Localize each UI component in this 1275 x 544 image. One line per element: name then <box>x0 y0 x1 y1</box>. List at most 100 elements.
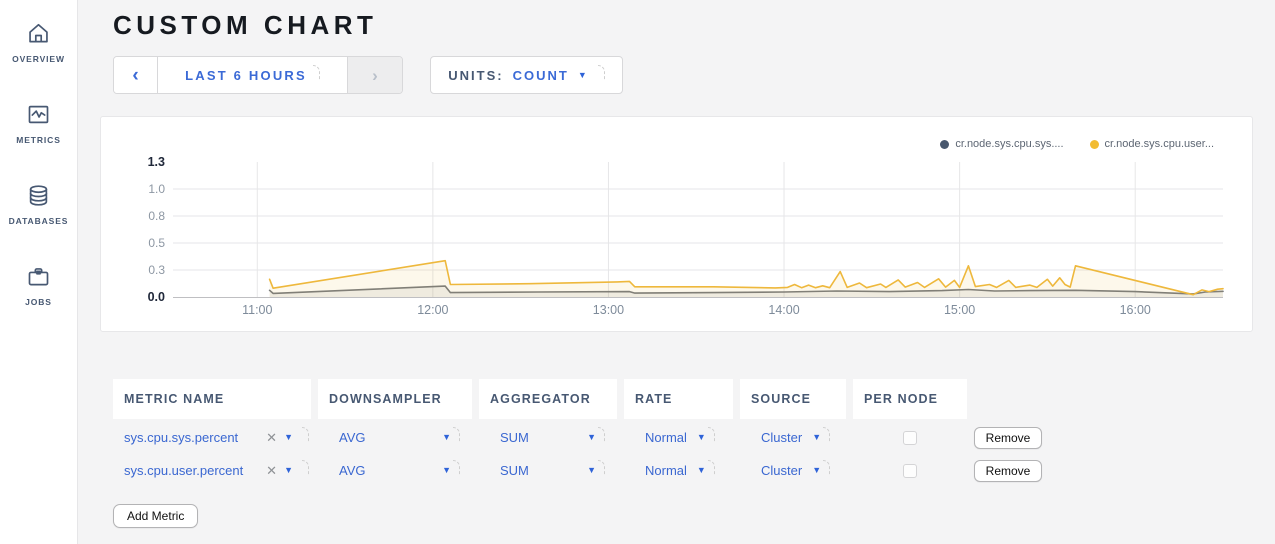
select-artifact <box>598 65 605 80</box>
svg-text:0.8: 0.8 <box>148 209 165 223</box>
column-header-metric-name: METRIC NAME <box>113 379 311 419</box>
timescale-range-dropdown[interactable]: LAST 6 HOURS <box>158 57 347 93</box>
svg-text:1.0: 1.0 <box>148 182 165 196</box>
sidebar: OVERVIEW METRICS DATABASES <box>0 0 78 544</box>
chevron-down-icon: ▼ <box>812 433 821 442</box>
actions-cell: Remove <box>974 454 1052 487</box>
metrics-icon <box>25 101 52 128</box>
sidebar-item-label: OVERVIEW <box>12 54 65 64</box>
rate-value: Normal <box>645 430 687 445</box>
column-header-rate: RATE <box>624 379 733 419</box>
downsampler-select[interactable]: AVG ▼ <box>318 421 472 454</box>
select-artifact <box>313 65 320 80</box>
chevron-down-icon: ▼ <box>697 466 706 475</box>
units-value: COUNT <box>513 68 569 83</box>
downsampler-value: AVG <box>339 463 366 478</box>
aggregator-value: SUM <box>500 430 529 445</box>
chevron-left-icon: ‹ <box>132 66 138 85</box>
select-artifact <box>598 427 605 442</box>
chart-legend: cr.node.sys.cpu.sys.... cr.node.sys.cpu.… <box>940 138 1214 150</box>
sidebar-item-label: METRICS <box>16 135 61 145</box>
chevron-down-icon: ▼ <box>442 433 451 442</box>
per-node-checkbox[interactable] <box>903 464 917 478</box>
svg-text:0.3: 0.3 <box>148 263 165 277</box>
legend-item-sys[interactable]: cr.node.sys.cpu.sys.... <box>940 138 1063 150</box>
select-artifact <box>453 427 460 442</box>
legend-dot-sys <box>940 140 949 149</box>
source-value: Cluster <box>761 430 802 445</box>
chevron-down-icon: ▼ <box>587 466 596 475</box>
column-header-downsampler: DOWNSAMPLER <box>318 379 472 419</box>
per-node-cell <box>853 454 967 487</box>
downsampler-value: AVG <box>339 430 366 445</box>
aggregator-select[interactable]: SUM ▼ <box>479 454 617 487</box>
select-artifact <box>823 427 830 442</box>
sidebar-item-label: JOBS <box>25 297 52 307</box>
clear-metric-icon[interactable]: ✕ <box>266 431 277 444</box>
home-icon <box>25 20 52 47</box>
legend-label: cr.node.sys.cpu.user... <box>1105 138 1214 150</box>
source-select[interactable]: Cluster ▼ <box>740 421 846 454</box>
legend-item-user[interactable]: cr.node.sys.cpu.user... <box>1090 138 1214 150</box>
downsampler-select[interactable]: AVG ▼ <box>318 454 472 487</box>
svg-text:13:00: 13:00 <box>593 303 624 317</box>
timescale-selector: ‹ LAST 6 HOURS › <box>113 56 403 94</box>
briefcase-icon <box>25 263 52 290</box>
metric-name-cell[interactable]: sys.cpu.sys.percent ✕ ▼ <box>113 421 311 454</box>
sidebar-item-overview[interactable]: OVERVIEW <box>12 20 65 64</box>
chevron-down-icon[interactable]: ▼ <box>284 433 293 442</box>
units-dropdown[interactable]: UNITS: COUNT ▼ <box>430 56 623 94</box>
metrics-table: METRIC NAME DOWNSAMPLER AGGREGATOR RATE … <box>113 379 1275 487</box>
column-header-aggregator: AGGREGATOR <box>479 379 617 419</box>
chevron-down-icon: ▼ <box>587 433 596 442</box>
source-select[interactable]: Cluster ▼ <box>740 454 846 487</box>
sidebar-item-jobs[interactable]: JOBS <box>25 263 52 307</box>
per-node-cell <box>853 421 967 454</box>
column-header-source: SOURCE <box>740 379 846 419</box>
chevron-down-icon[interactable]: ▼ <box>284 466 293 475</box>
table-body: sys.cpu.sys.percent ✕ ▼ AVG ▼ SUM ▼ N <box>113 421 1275 487</box>
sidebar-item-databases[interactable]: DATABASES <box>9 182 69 226</box>
table-header-row: METRIC NAME DOWNSAMPLER AGGREGATOR RATE … <box>113 379 1275 419</box>
chevron-down-icon: ▼ <box>697 433 706 442</box>
per-node-checkbox[interactable] <box>903 431 917 445</box>
table-row: sys.cpu.user.percent ✕ ▼ AVG ▼ SUM ▼ <box>113 454 1275 487</box>
column-header-actions <box>974 379 1052 419</box>
select-artifact <box>823 460 830 475</box>
svg-text:1.3: 1.3 <box>148 155 165 169</box>
metric-name-value: sys.cpu.sys.percent <box>124 430 238 445</box>
database-icon <box>25 182 52 209</box>
column-header-per-node: PER NODE <box>853 379 967 419</box>
chevron-down-icon: ▼ <box>812 466 821 475</box>
add-metric-button[interactable]: Add Metric <box>113 504 198 528</box>
sidebar-item-metrics[interactable]: METRICS <box>16 101 61 145</box>
select-artifact <box>708 460 715 475</box>
rate-select[interactable]: Normal ▼ <box>624 421 733 454</box>
units-label: UNITS: <box>448 68 503 83</box>
select-artifact <box>708 427 715 442</box>
timescale-prev-button[interactable]: ‹ <box>114 57 158 93</box>
remove-button[interactable]: Remove <box>974 460 1042 482</box>
chevron-down-icon: ▼ <box>578 71 587 80</box>
remove-button[interactable]: Remove <box>974 427 1042 449</box>
timescale-range-label: LAST 6 HOURS <box>185 68 307 83</box>
rate-value: Normal <box>645 463 687 478</box>
legend-dot-user <box>1090 140 1099 149</box>
svg-text:11:00: 11:00 <box>242 303 272 317</box>
actions-cell: Remove <box>974 421 1052 454</box>
aggregator-select[interactable]: SUM ▼ <box>479 421 617 454</box>
chevron-right-icon: › <box>372 67 378 84</box>
rate-select[interactable]: Normal ▼ <box>624 454 733 487</box>
select-artifact <box>453 460 460 475</box>
table-row: sys.cpu.sys.percent ✕ ▼ AVG ▼ SUM ▼ N <box>113 421 1275 454</box>
metric-name-cell[interactable]: sys.cpu.user.percent ✕ ▼ <box>113 454 311 487</box>
aggregator-value: SUM <box>500 463 529 478</box>
select-artifact <box>302 427 309 442</box>
clear-metric-icon[interactable]: ✕ <box>266 464 277 477</box>
timescale-next-button[interactable]: › <box>347 57 402 93</box>
select-artifact <box>302 460 309 475</box>
svg-text:0.5: 0.5 <box>148 236 165 250</box>
svg-text:16:00: 16:00 <box>1120 303 1151 317</box>
legend-label: cr.node.sys.cpu.sys.... <box>955 138 1063 150</box>
svg-text:0.0: 0.0 <box>148 290 165 304</box>
